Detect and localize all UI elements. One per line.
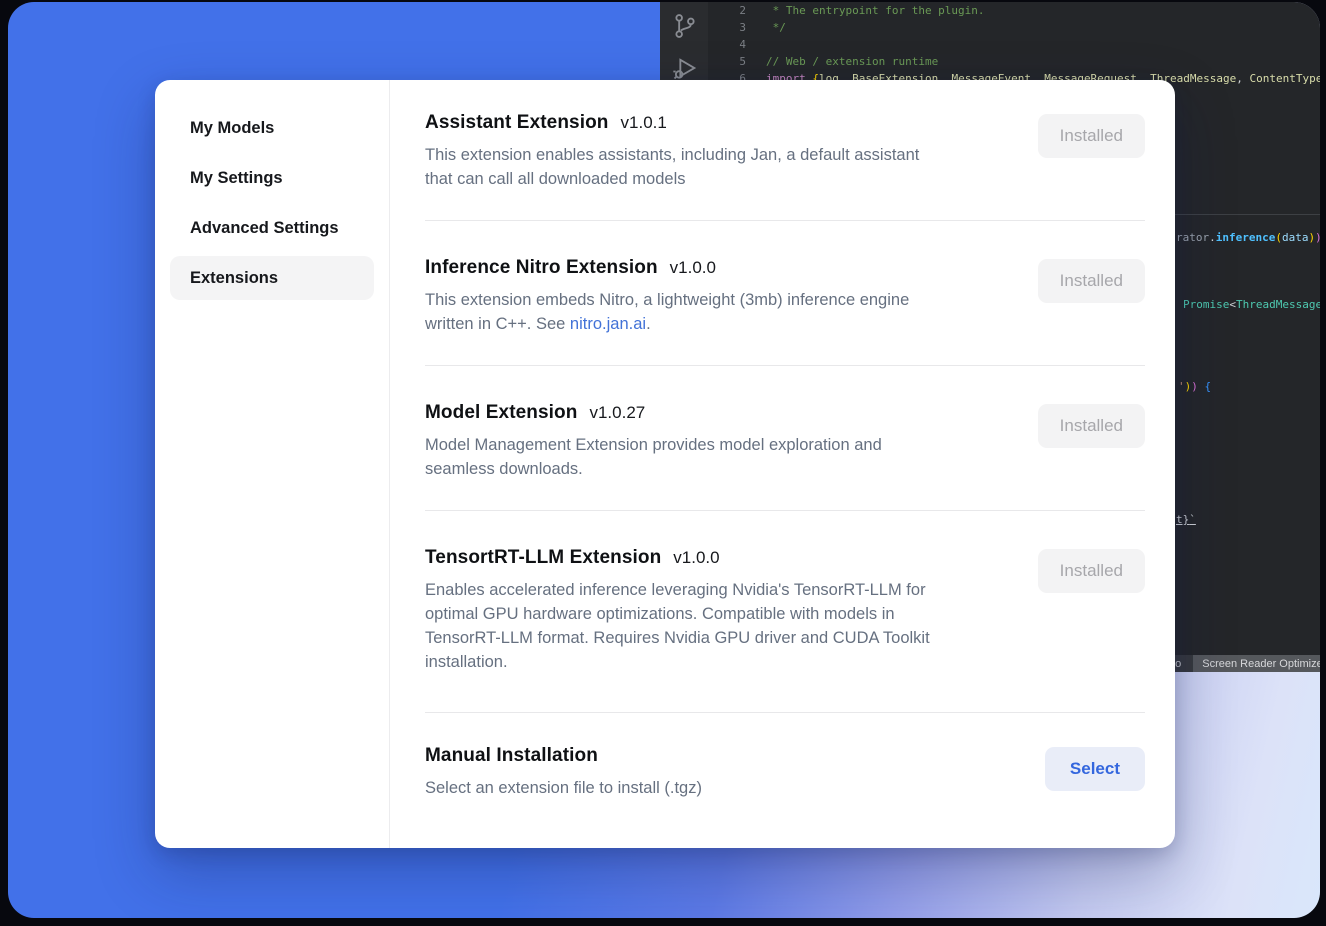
description-line: Select an extension file to install (.tg… [425, 776, 1015, 800]
sidebar-item-extensions[interactable]: Extensions [170, 256, 374, 300]
code-token: * The entrypoint for the plugin. [766, 4, 985, 17]
code-line: 4 [708, 36, 1320, 53]
code-token: inference [1216, 231, 1276, 244]
code-token: ThreadMessage [1236, 298, 1320, 311]
code-token: . [1209, 231, 1216, 244]
installed-button[interactable]: Installed [1038, 259, 1145, 303]
code-token: , [1236, 72, 1249, 85]
code-token: ( [1275, 231, 1282, 244]
code-token: ) [1191, 380, 1198, 393]
extension-row: TensortRT-LLM Extension v1.0.0 Enables acc… [425, 511, 1145, 713]
settings-modal: My Models My Settings Advanced Settings Ext… [155, 80, 1175, 848]
code-token: < [1229, 298, 1236, 311]
code-token: t} [1176, 513, 1189, 526]
code-line: 5 // Web / extension runtime [708, 53, 1320, 70]
description-line: Model Management Extension provides mode… [425, 433, 1008, 457]
installed-button[interactable]: Installed [1038, 549, 1145, 593]
select-button[interactable]: Select [1045, 747, 1145, 791]
extension-title: Model Extension [425, 402, 577, 424]
extension-info: Model Extension v1.0.27 Model Management E… [425, 402, 1038, 481]
extension-title: Assistant Extension [425, 112, 609, 134]
status-item-screen-reader[interactable]: Screen Reader Optimize [1193, 655, 1320, 672]
line-number: 2 [708, 2, 746, 19]
extension-description: This extension enables assistants, inclu… [425, 143, 1008, 191]
extension-description: Enables accelerated inference leveraging… [425, 578, 1008, 674]
screenshot-stage: 2 * The entrypoint for the plugin.3 */45… [0, 0, 1326, 926]
extension-list: Assistant Extension v1.0.1 This extension … [390, 80, 1175, 848]
extension-header: Inference Nitro Extension v1.0.0 [425, 257, 1008, 279]
extension-description: Select an extension file to install (.tg… [425, 776, 1015, 800]
line-number: 5 [708, 53, 746, 70]
line-number: 4 [708, 36, 746, 53]
code-token: // Web / extension runtime [766, 55, 938, 68]
extension-version: v1.0.0 [673, 548, 719, 568]
code-token: data [1282, 231, 1309, 244]
code-token: ) [1315, 231, 1320, 244]
extension-description: This extension embeds Nitro, a lightweig… [425, 288, 1008, 336]
extension-version: v1.0.1 [621, 113, 667, 133]
extension-title: Manual Installation [425, 745, 598, 767]
code-token: { [1198, 380, 1211, 393]
extension-info: Manual Installation Select an extension f… [425, 745, 1045, 800]
settings-sidebar: My Models My Settings Advanced Settings Ext… [155, 80, 390, 848]
sidebar-item-label: Extensions [190, 269, 278, 288]
screen-background: 2 * The entrypoint for the plugin.3 */45… [8, 2, 1320, 918]
extension-info: Inference Nitro Extension v1.0.0 This exte… [425, 257, 1038, 336]
description-line: optimal GPU hardware optimizations. Comp… [425, 602, 1008, 626]
sidebar-item-label: Advanced Settings [190, 219, 339, 238]
extension-header: TensortRT-LLM Extension v1.0.0 [425, 547, 1008, 569]
extension-description: Model Management Extension provides mode… [425, 433, 1008, 481]
run-debug-icon[interactable] [671, 54, 699, 82]
extension-row: Manual Installation Select an extension f… [425, 713, 1145, 829]
extension-title: Inference Nitro Extension [425, 257, 658, 279]
code-fragment: rator.inference(data)); [1176, 231, 1320, 244]
extension-row: Assistant Extension v1.0.1 This extension … [425, 110, 1145, 221]
code-token: ' [1178, 380, 1185, 393]
extension-version: v1.0.27 [589, 403, 645, 423]
extension-info: TensortRT-LLM Extension v1.0.0 Enables acc… [425, 547, 1038, 674]
code-token: ContentType [1250, 72, 1320, 85]
description-line: Enables accelerated inference leveraging… [425, 578, 1008, 602]
extension-header: Assistant Extension v1.0.1 [425, 112, 1008, 134]
extension-header: Model Extension v1.0.27 [425, 402, 1008, 424]
code-line: 3 */ [708, 19, 1320, 36]
description-line: written in C++. See nitro.jan.ai. [425, 312, 1008, 336]
description-line: installation. [425, 650, 1008, 674]
sidebar-item-advanced-settings[interactable]: Advanced Settings [170, 206, 374, 250]
sidebar-item-label: My Settings [190, 169, 283, 188]
description-line: TensorRT-LLM format. Requires Nvidia GPU… [425, 626, 1008, 650]
extension-version: v1.0.0 [670, 258, 716, 278]
code-fragment: Promise<ThreadMessage> [1183, 298, 1320, 311]
code-token: rator [1176, 231, 1209, 244]
code-token: ` [1189, 513, 1196, 526]
extension-title: TensortRT-LLM Extension [425, 547, 661, 569]
description-line: that can call all downloaded models [425, 167, 1008, 191]
sidebar-item-my-models[interactable]: My Models [170, 106, 374, 150]
extension-row: Model Extension v1.0.27 Model Management E… [425, 366, 1145, 511]
installed-button[interactable]: Installed [1038, 114, 1145, 158]
sidebar-item-label: My Models [190, 119, 274, 138]
git-branch-icon[interactable] [671, 12, 699, 40]
line-number: 3 [708, 19, 746, 36]
code-token: Promise [1183, 298, 1229, 311]
extension-info: Assistant Extension v1.0.1 This extension … [425, 112, 1038, 191]
code-fragment: t}` [1176, 513, 1196, 526]
extension-header: Manual Installation [425, 745, 1015, 767]
extension-row: Inference Nitro Extension v1.0.0 This exte… [425, 221, 1145, 366]
sidebar-item-my-settings[interactable]: My Settings [170, 156, 374, 200]
description-line: This extension embeds Nitro, a lightweig… [425, 288, 1008, 312]
code-line: 2 * The entrypoint for the plugin. [708, 2, 1320, 19]
description-line: seamless downloads. [425, 457, 1008, 481]
code-token: */ [766, 21, 786, 34]
nitro-jan-ai-link[interactable]: nitro.jan.ai [570, 315, 646, 333]
code-fragment: ')) { [1178, 380, 1211, 393]
installed-button[interactable]: Installed [1038, 404, 1145, 448]
description-line: This extension enables assistants, inclu… [425, 143, 1008, 167]
